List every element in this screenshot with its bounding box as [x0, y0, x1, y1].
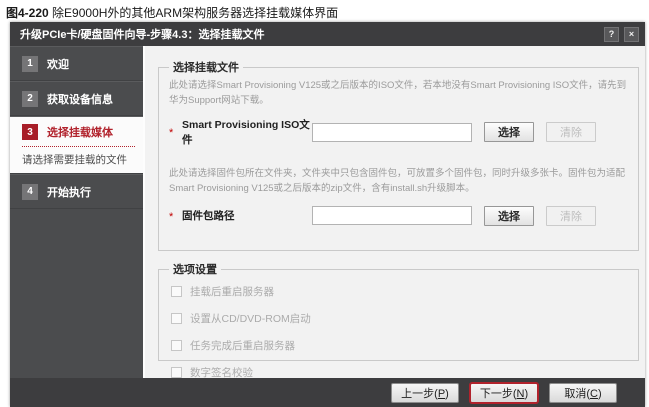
firmware-hint-text: 此处请选择固件包所在文件夹，文件夹中只包含固件包，可放置多个固件包，同时升级多张… — [169, 167, 628, 196]
options-group-legend: 选项设置 — [169, 261, 221, 277]
required-mark: * — [169, 209, 182, 223]
step-label: 开始执行 — [47, 184, 91, 200]
next-step-button[interactable]: 下一步(N) — [470, 383, 538, 403]
step-number-badge: 1 — [22, 56, 38, 72]
step-content: 选择挂载文件 此处请选择Smart Provisioning V125或之后版本… — [145, 46, 645, 378]
wizard-step-execute: 4 开始执行 — [10, 174, 143, 209]
previous-step-button[interactable]: 上一步(P) — [391, 383, 459, 403]
figure-label: 图4-220 — [6, 6, 49, 20]
active-step-row: 3 选择挂载媒体 — [22, 124, 135, 147]
upgrade-wizard-dialog: 升级PCIe卡/硬盘固件向导-步骤4.3：选择挂载文件 ? × 1 欢迎 2 获… — [10, 22, 645, 407]
firmware-path-input[interactable] — [312, 206, 472, 225]
dialog-titlebar: 升级PCIe卡/硬盘固件向导-步骤4.3：选择挂载文件 ? × — [10, 22, 645, 46]
step-number-badge: 3 — [22, 124, 38, 140]
step-label: 获取设备信息 — [47, 91, 113, 107]
step-number-badge: 4 — [22, 184, 38, 200]
option-row-restart-after-mount: 挂载后重启服务器 — [171, 284, 628, 299]
iso-path-input[interactable] — [312, 123, 472, 142]
dialog-body: 1 欢迎 2 获取设备信息 3 选择挂载媒体 请选择需要挂载的文件 4 开始执行 — [10, 46, 645, 378]
checkbox-boot-from-cd[interactable] — [171, 313, 182, 324]
iso-field-row: * Smart Provisioning ISO文件 选择 清除 — [169, 117, 628, 147]
close-icon[interactable]: × — [624, 27, 639, 42]
iso-field-label: Smart Provisioning ISO文件 — [182, 117, 312, 147]
iso-clear-button[interactable]: 清除 — [546, 122, 596, 142]
checkbox-restart-after-mount[interactable] — [171, 286, 182, 297]
option-row-boot-from-cd: 设置从CD/DVD-ROM启动 — [171, 311, 628, 326]
checkbox-signature-verify[interactable] — [171, 367, 182, 378]
dialog-title: 升级PCIe卡/硬盘固件向导-步骤4.3：选择挂载文件 — [20, 26, 264, 42]
dialog-footer: 上一步(P) 下一步(N) 取消(C) — [10, 378, 645, 407]
wizard-step-device-info: 2 获取设备信息 — [10, 81, 143, 116]
firmware-select-button[interactable]: 选择 — [484, 206, 534, 226]
iso-hint-text: 此处请选择Smart Provisioning V125或之后版本的ISO文件，… — [169, 79, 628, 108]
firmware-field-label: 固件包路径 — [182, 208, 312, 223]
required-mark: * — [169, 125, 182, 139]
figure-title: 除E9000H外的其他ARM架构服务器选择挂载媒体界面 — [52, 6, 338, 20]
cancel-button[interactable]: 取消(C) — [549, 383, 617, 403]
wizard-sidebar: 1 欢迎 2 获取设备信息 3 选择挂载媒体 请选择需要挂载的文件 4 开始执行 — [10, 46, 145, 378]
firmware-clear-button[interactable]: 清除 — [546, 206, 596, 226]
active-step-subtitle: 请选择需要挂载的文件 — [22, 152, 135, 167]
option-row-restart-after-task: 任务完成后重启服务器 — [171, 338, 628, 353]
sidebar-filler — [10, 209, 143, 378]
checkbox-label: 任务完成后重启服务器 — [190, 338, 295, 353]
mount-file-group: 选择挂载文件 此处请选择Smart Provisioning V125或之后版本… — [158, 59, 639, 251]
mount-file-group-legend: 选择挂载文件 — [169, 59, 243, 75]
step-label: 选择挂载媒体 — [47, 124, 113, 140]
firmware-field-row: * 固件包路径 选择 清除 — [169, 206, 628, 226]
step-number-badge: 2 — [22, 91, 38, 107]
wizard-step-select-media-active: 3 选择挂载媒体 请选择需要挂载的文件 — [10, 116, 143, 174]
step-label: 欢迎 — [47, 56, 69, 72]
checkbox-label: 设置从CD/DVD-ROM启动 — [190, 311, 311, 326]
checkbox-label: 挂载后重启服务器 — [190, 284, 274, 299]
iso-select-button[interactable]: 选择 — [484, 122, 534, 142]
options-group: 选项设置 挂载后重启服务器 设置从CD/DVD-ROM启动 任务完成后重启服务器… — [158, 261, 639, 361]
help-icon[interactable]: ? — [604, 27, 619, 42]
wizard-step-welcome: 1 欢迎 — [10, 46, 143, 81]
checkbox-restart-after-task[interactable] — [171, 340, 182, 351]
figure-caption: 图4-220 除E9000H外的其他ARM架构服务器选择挂载媒体界面 — [0, 0, 649, 21]
